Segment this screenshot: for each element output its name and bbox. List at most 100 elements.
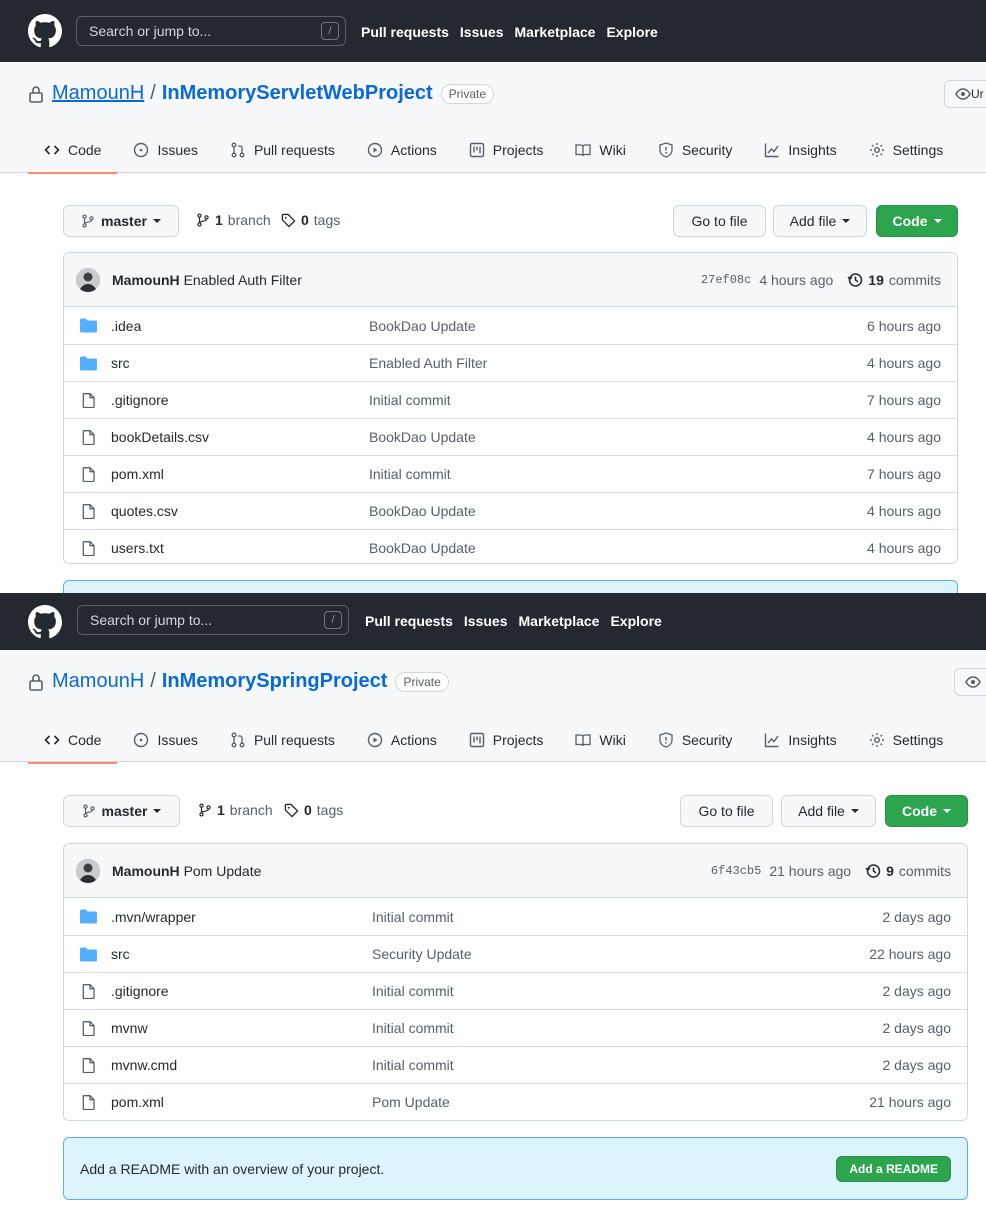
tab-code-label: Code [68, 142, 102, 158]
tag-count-link[interactable]: 0 tags [284, 802, 343, 818]
tab-wiki[interactable]: Wiki [559, 128, 641, 172]
tab-pull-requests[interactable]: Pull requests [214, 128, 351, 172]
github-logo-icon[interactable] [28, 605, 62, 639]
github-logo-icon[interactable] [28, 14, 62, 48]
tag-count-link[interactable]: 0 tags [281, 212, 340, 228]
file-commit-message-link[interactable]: Initial commit [372, 909, 454, 925]
tab-security[interactable]: Security [642, 128, 749, 172]
file-commit-message-link[interactable]: Pom Update [372, 1094, 450, 1110]
search-input[interactable]: Search or jump to... / [77, 605, 349, 635]
file-name-link[interactable]: .idea [111, 318, 141, 334]
nav-marketplace[interactable]: Marketplace [519, 613, 600, 629]
avatar[interactable] [76, 268, 100, 292]
file-name-link[interactable]: pom.xml [111, 1094, 164, 1110]
gear-icon [869, 143, 884, 157]
file-name-link[interactable]: src [111, 946, 130, 962]
file-row[interactable]: mvnw.cmd Initial commit 2 days ago [64, 1046, 967, 1083]
file-commit-message-link[interactable]: Enabled Auth Filter [369, 355, 487, 371]
file-row[interactable]: src Enabled Auth Filter 4 hours ago [64, 344, 957, 381]
nav-pull-requests[interactable]: Pull requests [361, 24, 449, 40]
go-to-file-button[interactable]: Go to file [673, 205, 766, 237]
file-commit-message-link[interactable]: BookDao Update [369, 318, 476, 334]
file-name-link[interactable]: bookDetails.csv [111, 429, 209, 445]
nav-pull-requests[interactable]: Pull requests [365, 613, 453, 629]
file-commit-message-link[interactable]: BookDao Update [369, 503, 476, 519]
nav-explore[interactable]: Explore [610, 613, 661, 629]
file-name-link[interactable]: users.txt [111, 540, 164, 556]
tab-security[interactable]: Security [642, 718, 749, 762]
file-row[interactable]: users.txt BookDao Update 4 hours ago [64, 529, 957, 563]
commit-message[interactable]: Enabled Auth Filter [184, 272, 302, 288]
add-file-button[interactable]: Add file [773, 205, 867, 237]
tab-projects[interactable]: Projects [453, 718, 560, 762]
file-commit-message-link[interactable]: Initial commit [369, 392, 451, 408]
tab-wiki[interactable]: Wiki [559, 718, 641, 762]
add-readme-button[interactable]: Add a README [836, 1156, 951, 1182]
file-commit-message-link[interactable]: Security Update [372, 946, 472, 962]
file-name-link[interactable]: src [111, 355, 130, 371]
file-name-link[interactable]: .gitignore [111, 392, 169, 408]
commit-sha[interactable]: 27ef08c [701, 273, 751, 287]
nav-marketplace[interactable]: Marketplace [515, 24, 596, 40]
branch-count-link[interactable]: 1 branch [196, 212, 271, 228]
file-row[interactable]: pom.xml Pom Update 21 hours ago [64, 1083, 967, 1120]
nav-explore[interactable]: Explore [606, 24, 657, 40]
commits-history-link[interactable]: 19 commits [847, 272, 941, 288]
file-row[interactable]: mvnw Initial commit 2 days ago [64, 1009, 967, 1046]
file-name-link[interactable]: pom.xml [111, 466, 164, 482]
tab-issues[interactable]: Issues [117, 128, 213, 172]
tab-settings[interactable]: Settings [853, 718, 960, 762]
search-input[interactable]: Search or jump to... / [76, 16, 346, 46]
file-row[interactable]: bookDetails.csv BookDao Update 4 hours ago [64, 418, 957, 455]
file-commit-message-link[interactable]: Initial commit [372, 1020, 454, 1036]
file-row[interactable]: .idea BookDao Update 6 hours ago [64, 307, 957, 344]
tab-code[interactable]: Code [28, 128, 118, 174]
branch-count-link[interactable]: 1 branch [198, 802, 273, 818]
file-name-link[interactable]: quotes.csv [111, 503, 178, 519]
file-row[interactable]: quotes.csv BookDao Update 4 hours ago [64, 492, 957, 529]
file-name-link[interactable]: .mvn/wrapper [111, 909, 196, 925]
watch-button[interactable] [954, 668, 986, 696]
file-name-link[interactable]: mvnw [111, 1020, 148, 1036]
watch-button[interactable]: Ur [944, 80, 986, 108]
tab-pull-requests[interactable]: Pull requests [214, 718, 351, 762]
commit-author[interactable]: MamounH [112, 272, 180, 288]
code-dropdown-button[interactable]: Code [876, 205, 958, 237]
tab-actions[interactable]: Actions [351, 718, 453, 762]
commit-author[interactable]: MamounH [112, 863, 180, 879]
branch-select-button[interactable]: master [63, 795, 180, 827]
repo-owner-link[interactable]: MamounH [52, 82, 144, 105]
file-commit-message-link[interactable]: BookDao Update [369, 429, 476, 445]
tab-code[interactable]: Code [28, 718, 118, 764]
file-commit-message-link[interactable]: BookDao Update [369, 540, 476, 556]
tab-projects[interactable]: Projects [453, 128, 560, 172]
nav-issues[interactable]: Issues [464, 613, 508, 629]
go-to-file-button[interactable]: Go to file [680, 795, 773, 827]
nav-issues[interactable]: Issues [460, 24, 504, 40]
tab-settings[interactable]: Settings [853, 128, 960, 172]
tab-issues[interactable]: Issues [117, 718, 213, 762]
file-commit-message-link[interactable]: Initial commit [372, 983, 454, 999]
file-row[interactable]: src Security Update 22 hours ago [64, 935, 967, 972]
code-dropdown-button[interactable]: Code [885, 795, 968, 827]
commit-sha[interactable]: 6f43cb5 [711, 864, 761, 878]
file-row[interactable]: .mvn/wrapper Initial commit 2 days ago [64, 898, 967, 935]
tab-actions[interactable]: Actions [351, 128, 453, 172]
file-row[interactable]: .gitignore Initial commit 2 days ago [64, 972, 967, 1009]
add-file-button[interactable]: Add file [781, 795, 876, 827]
file-row[interactable]: .gitignore Initial commit 7 hours ago [64, 381, 957, 418]
branch-select-button[interactable]: master [63, 205, 179, 237]
file-row[interactable]: pom.xml Initial commit 7 hours ago [64, 455, 957, 492]
commit-message[interactable]: Pom Update [184, 863, 262, 879]
tab-insights[interactable]: Insights [748, 718, 852, 762]
file-name-link[interactable]: mvnw.cmd [111, 1057, 177, 1073]
avatar[interactable] [76, 859, 100, 883]
repo-owner-link[interactable]: MamounH [52, 670, 144, 693]
repo-name-link[interactable]: InMemorySpringProject [162, 670, 388, 693]
file-name-link[interactable]: .gitignore [111, 983, 169, 999]
tab-insights[interactable]: Insights [748, 128, 852, 172]
repo-name-link[interactable]: InMemoryServletWebProject [162, 82, 433, 105]
file-commit-message-link[interactable]: Initial commit [369, 466, 451, 482]
commits-history-link[interactable]: 9 commits [865, 863, 951, 879]
file-commit-message-link[interactable]: Initial commit [372, 1057, 454, 1073]
